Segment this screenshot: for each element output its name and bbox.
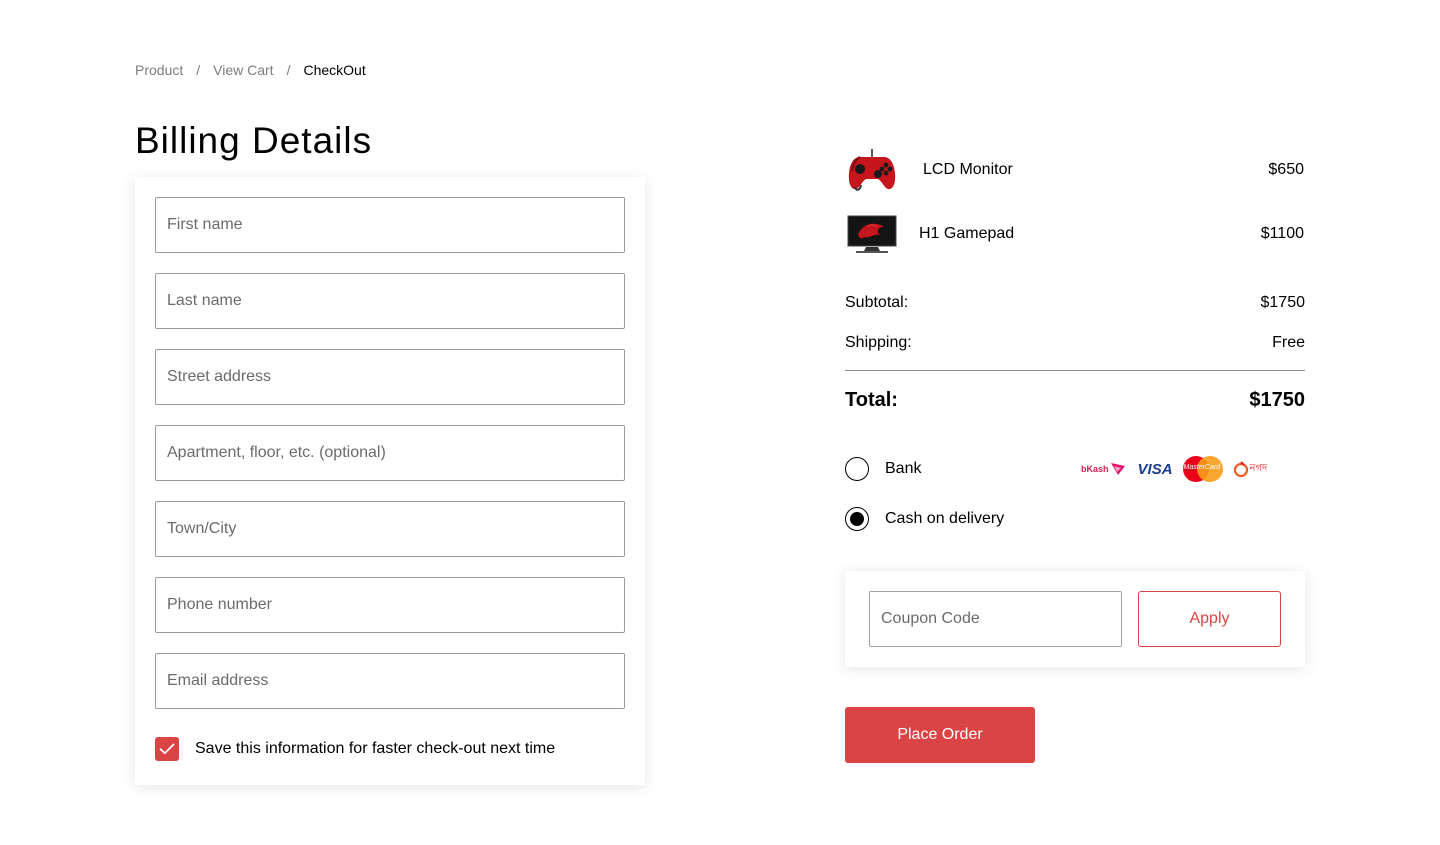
save-info-row: Save this information for faster check-o…	[155, 737, 555, 761]
email-address-input[interactable]	[155, 653, 625, 709]
street-address-input[interactable]	[155, 349, 625, 405]
order-item-name: LCD Monitor	[923, 161, 1013, 178]
order-item-name: H1 Gamepad	[919, 225, 1015, 242]
mastercard-logo-icon: MasterCard	[1182, 456, 1223, 482]
save-info-checkbox[interactable]	[155, 737, 179, 761]
order-item: H1 Gamepad $1100	[845, 209, 1305, 259]
cash-on-delivery-label: Cash on delivery	[885, 510, 1005, 527]
billing-form: Save this information for faster check-o…	[135, 177, 645, 785]
phone-number-input[interactable]	[155, 577, 625, 633]
payment-option-cash-on-delivery[interactable]: Cash on delivery	[845, 506, 1305, 532]
shipping-value: Free	[1272, 334, 1305, 351]
first-name-input[interactable]	[155, 197, 625, 253]
last-name-input[interactable]	[155, 273, 625, 329]
order-item-price: $1100	[1260, 225, 1304, 242]
gamepad-thumbnail-icon	[845, 145, 899, 195]
breadcrumb-separator: /	[286, 62, 291, 78]
bank-radio[interactable]	[845, 457, 869, 481]
monitor-thumbnail-icon	[845, 209, 899, 259]
nagad-logo-icon: নগদ	[1233, 461, 1267, 478]
breadcrumb-product[interactable]: Product	[135, 61, 183, 79]
apartment-input[interactable]	[155, 425, 625, 481]
coupon-code-input[interactable]	[869, 591, 1122, 647]
checkout-page: Product / View Cart / CheckOut Billing D…	[0, 0, 1440, 845]
breadcrumb-view-cart[interactable]: View Cart	[213, 61, 273, 79]
cash-on-delivery-radio[interactable]	[845, 507, 869, 531]
shipping-row: Shipping: Free	[845, 334, 1305, 352]
order-item: LCD Monitor $650	[845, 145, 1305, 195]
bank-label: Bank	[885, 460, 922, 477]
breadcrumb-separator: /	[196, 62, 201, 78]
coupon-card: Apply	[845, 571, 1305, 667]
payment-logos: bKash VISA MasterCard নগদ	[1081, 456, 1267, 482]
visa-logo-icon: VISA	[1137, 460, 1173, 478]
page-title: Billing Details	[135, 120, 373, 161]
subtotal-label: Subtotal:	[845, 294, 909, 311]
checkmark-icon	[159, 743, 175, 755]
subtotal-value: $1750	[1260, 294, 1306, 311]
shipping-label: Shipping:	[845, 334, 912, 351]
summary-divider	[845, 370, 1305, 371]
total-row: Total: $1750	[845, 389, 1305, 412]
payment-option-bank[interactable]: Bank bKash VISA MasterCard নগদ	[845, 456, 1305, 482]
save-info-label: Save this information for faster check-o…	[195, 740, 556, 757]
breadcrumb: Product / View Cart / CheckOut	[135, 61, 366, 79]
breadcrumb-current: CheckOut	[303, 62, 366, 78]
order-item-price: $650	[1268, 161, 1304, 178]
total-value: $1750	[1249, 389, 1305, 411]
subtotal-row: Subtotal: $1750	[845, 294, 1305, 312]
apply-coupon-button[interactable]: Apply	[1138, 591, 1281, 647]
total-label: Total:	[845, 389, 898, 411]
place-order-button[interactable]: Place Order	[845, 707, 1035, 763]
town-city-input[interactable]	[155, 501, 625, 557]
bkash-logo-icon: bKash	[1081, 462, 1126, 476]
